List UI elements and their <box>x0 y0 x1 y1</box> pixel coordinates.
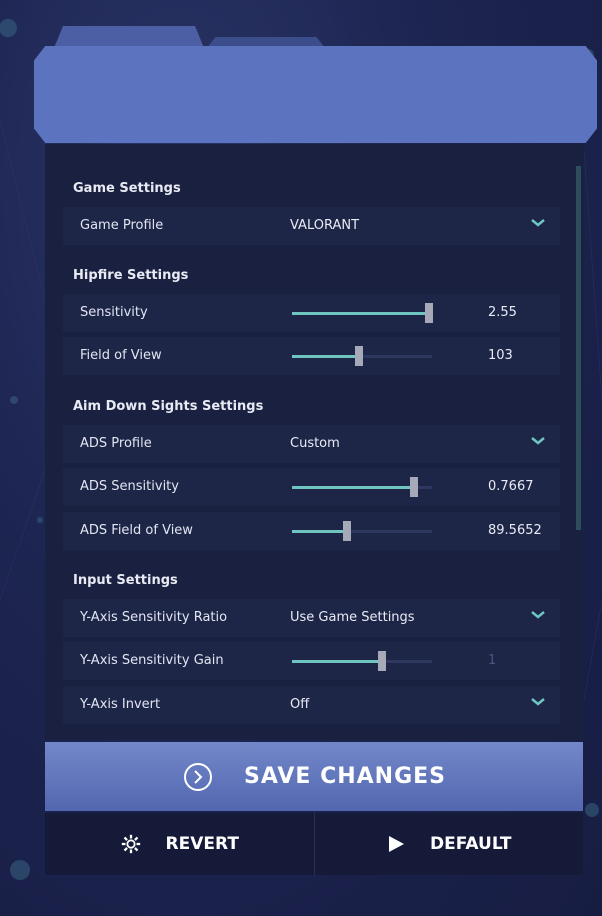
chevron-down-icon[interactable] <box>529 216 547 230</box>
y-axis-ratio-label: Y-Axis Sensitivity Ratio <box>80 610 228 625</box>
y-axis-invert-value: Off <box>290 697 310 712</box>
hipfire-fov-row: Field of View 103 <box>63 337 560 375</box>
section-title-hipfire-settings: Hipfire Settings <box>73 268 189 283</box>
hipfire-fov-value: 103 <box>488 348 513 363</box>
hipfire-sensitivity-label: Sensitivity <box>80 305 148 320</box>
slider-handle[interactable] <box>377 651 386 671</box>
slider-fill <box>292 355 360 358</box>
ads-fov-row: ADS Field of View 89.5652 <box>63 512 560 550</box>
hipfire-fov-label: Field of View <box>80 348 162 363</box>
gear-icon <box>121 834 140 854</box>
hipfire-sensitivity-value: 2.55 <box>488 305 517 320</box>
ads-fov-label: ADS Field of View <box>80 523 193 538</box>
slider-fill <box>292 312 430 315</box>
ads-fov-value: 89.5652 <box>488 523 542 538</box>
section-title-input-settings: Input Settings <box>73 573 178 588</box>
slider-fill <box>292 486 414 489</box>
y-axis-gain-value: 1 <box>488 653 497 668</box>
slider-handle[interactable] <box>342 521 351 541</box>
game-profile-row[interactable]: Game Profile VALORANT <box>63 207 560 245</box>
ads-sensitivity-slider[interactable] <box>292 477 432 497</box>
game-profile-label: Game Profile <box>80 218 164 233</box>
circle-chevron-right-icon <box>183 762 212 791</box>
game-profile-value: VALORANT <box>290 218 360 233</box>
revert-button[interactable]: REVERT <box>45 813 314 875</box>
slider-handle[interactable] <box>355 346 364 366</box>
ads-profile-value: Custom <box>290 436 340 451</box>
save-changes-label: SAVE CHANGES <box>243 764 447 789</box>
section-title-game-settings: Game Settings <box>73 181 181 196</box>
slider-handle[interactable] <box>409 477 418 497</box>
chevron-down-icon[interactable] <box>529 695 547 709</box>
bottom-action-bar: REVERT DEFAULT <box>45 813 583 875</box>
y-axis-invert-row[interactable]: Y-Axis Invert Off <box>63 686 560 724</box>
ads-sensitivity-label: ADS Sensitivity <box>80 479 179 494</box>
y-axis-gain-row: Y-Axis Sensitivity Gain 1 <box>63 642 560 680</box>
header-tab-primary <box>54 26 204 48</box>
ads-fov-slider[interactable] <box>292 521 432 541</box>
save-changes-button[interactable]: SAVE CHANGES <box>45 742 583 811</box>
chevron-down-icon[interactable] <box>529 608 547 622</box>
y-axis-ratio-row[interactable]: Y-Axis Sensitivity Ratio Use Game Settin… <box>63 599 560 637</box>
y-axis-ratio-value: Use Game Settings <box>290 610 415 625</box>
hipfire-sensitivity-row: Sensitivity 2.55 <box>63 294 560 332</box>
play-icon <box>389 836 405 852</box>
ads-sensitivity-row: ADS Sensitivity 0.7667 <box>63 468 560 506</box>
scrollbar[interactable] <box>576 166 581 530</box>
default-label: DEFAULT <box>430 834 512 854</box>
hipfire-fov-slider[interactable] <box>292 346 432 366</box>
default-button[interactable]: DEFAULT <box>315 813 584 875</box>
panel-header <box>34 46 597 143</box>
slider-fill <box>292 660 382 663</box>
ads-profile-label: ADS Profile <box>80 436 152 451</box>
y-axis-gain-label: Y-Axis Sensitivity Gain <box>80 653 224 668</box>
ads-sensitivity-value: 0.7667 <box>488 479 534 494</box>
y-axis-gain-slider[interactable] <box>292 651 432 671</box>
y-axis-invert-label: Y-Axis Invert <box>80 697 161 712</box>
section-title-ads-settings: Aim Down Sights Settings <box>73 399 264 414</box>
slider-fill <box>292 530 347 533</box>
hipfire-sensitivity-slider[interactable] <box>292 303 434 323</box>
ads-profile-row[interactable]: ADS Profile Custom <box>63 425 560 463</box>
chevron-down-icon[interactable] <box>529 434 547 448</box>
slider-handle[interactable] <box>425 303 434 323</box>
revert-label: REVERT <box>165 834 239 854</box>
